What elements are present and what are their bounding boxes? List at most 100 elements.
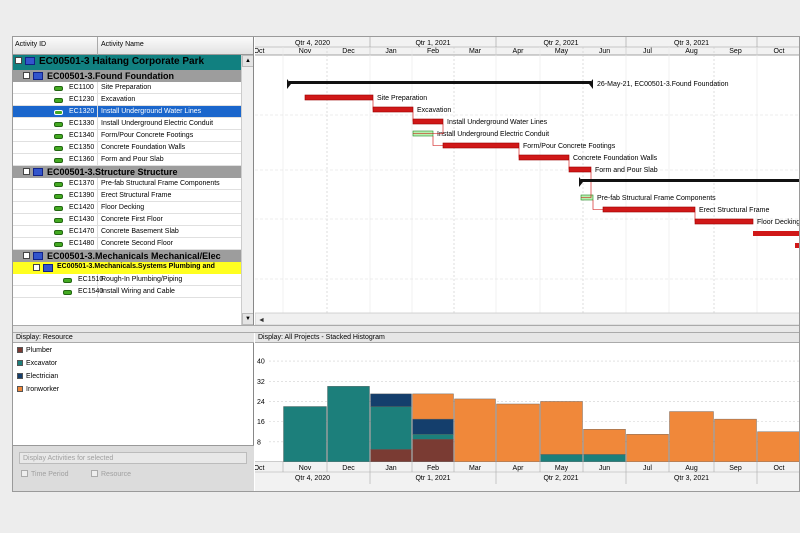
col-activity-name[interactable]: Activity Name xyxy=(101,41,144,48)
pane-splitter[interactable] xyxy=(13,325,799,333)
month-label: Jul xyxy=(643,48,652,55)
activity-bar-icon xyxy=(54,206,63,211)
legend-label: Plumber xyxy=(26,347,53,354)
activity-row[interactable]: EC1340 Form/Pour Concrete Footings xyxy=(13,130,241,142)
histogram-bar-ironworker xyxy=(669,411,714,463)
wbs-row[interactable]: EC00501-3.Mechanicals Mechanical/Elec xyxy=(13,250,241,262)
activity-bar[interactable] xyxy=(412,118,444,125)
table-vscroll[interactable]: ▲ ▼ xyxy=(241,55,253,325)
expand-collapse-icon[interactable] xyxy=(33,264,40,271)
display-activities-button[interactable]: Display Activities for selected xyxy=(19,452,247,464)
scroll-down-button[interactable]: ▼ xyxy=(242,313,253,325)
activity-row[interactable]: EC1420 Floor Decking xyxy=(13,202,241,214)
activity-name: Rough-In Plumbing/Piping xyxy=(101,276,183,283)
project-row[interactable]: EC00501-3 Haitang Corporate Park xyxy=(13,55,241,70)
legend-label: Excavator xyxy=(26,360,58,367)
legend-item[interactable]: Plumber xyxy=(17,347,52,354)
legend-swatch xyxy=(17,360,23,366)
activity-bar-label: Pre-fab Structural Frame Components xyxy=(597,195,716,202)
activity-bar[interactable] xyxy=(442,142,520,149)
histogram-panel: Display: All Projects - Stacked Histogra… xyxy=(255,333,799,491)
activity-row[interactable]: EC1540 Install Wiring and Cable xyxy=(13,286,241,298)
wbs-folder-icon xyxy=(33,168,43,176)
y-tick-label: 32 xyxy=(257,379,265,386)
activity-bar-icon xyxy=(54,230,63,235)
activity-bar-label: Erect Structural Frame xyxy=(699,207,770,214)
activity-bar-icon xyxy=(54,110,63,115)
wbs-subrow[interactable]: EC00501-3.Mechanicals.Systems Plumbing a… xyxy=(13,262,241,274)
col-activity-id[interactable]: Activity ID xyxy=(15,41,46,48)
histogram-bar-excavator xyxy=(540,454,583,463)
activity-bar-label: Form/Pour Concrete Footings xyxy=(523,143,616,150)
wbs-label: EC00501-3 Haitang Corporate Park xyxy=(39,56,205,67)
activity-bar-icon xyxy=(54,242,63,247)
activity-bar[interactable] xyxy=(694,218,754,225)
activity-row[interactable]: EC1470 Concrete Basement Slab xyxy=(13,226,241,238)
month-label: May xyxy=(555,48,569,55)
activity-row[interactable]: EC1370 Pre-fab Structural Frame Component… xyxy=(13,178,241,190)
activity-row[interactable]: EC1230 Excavation xyxy=(13,94,241,106)
activity-bar-icon xyxy=(54,182,63,187)
quarter-label: Qtr 3, 2021 xyxy=(674,475,709,482)
wbs-row[interactable]: EC00501-3.Found Foundation xyxy=(13,70,241,82)
activity-bar-label: Install Underground Water Lines xyxy=(447,119,548,126)
legend-item[interactable]: Electrician xyxy=(17,373,58,380)
activity-bar[interactable] xyxy=(304,94,374,101)
quarter-label: Qtr 4, 2020 xyxy=(295,40,330,47)
activity-row[interactable]: EC1430 Concrete First Floor xyxy=(13,214,241,226)
histogram-title[interactable]: Display: All Projects - Stacked Histogra… xyxy=(255,333,799,343)
legend-item[interactable]: Ironworker xyxy=(17,386,59,393)
gantt-chart[interactable]: Qtr 4, 2020 Qtr 1, 2021 Qtr 2, 2021 Qtr 3, … xyxy=(255,37,799,325)
quarter-label: Qtr 1, 2021 xyxy=(415,475,450,482)
month-label: Mar xyxy=(469,48,482,55)
resource-checkbox[interactable]: Resource xyxy=(91,470,131,478)
activity-bar[interactable] xyxy=(568,166,592,173)
histogram-bar-ironworker xyxy=(496,403,540,463)
activity-row[interactable]: EC1510 Rough-In Plumbing/Piping xyxy=(13,274,241,286)
time-period-checkbox[interactable]: Time Period xyxy=(21,470,68,478)
histogram-bar-plumber xyxy=(412,439,454,463)
expand-collapse-icon[interactable] xyxy=(23,252,30,259)
histogram-bar-excavator xyxy=(412,434,454,440)
resource-label: Resource xyxy=(101,471,131,478)
x-tick-label: Mar xyxy=(469,465,482,472)
expand-collapse-icon[interactable] xyxy=(23,168,30,175)
activity-row[interactable]: EC1320 Install Underground Water Lines xyxy=(13,106,241,118)
wbs-row[interactable]: EC00501-3.Structure Structure xyxy=(13,166,241,178)
quarter-label: Qtr 2, 2021 xyxy=(543,475,578,482)
resource-panel: Display: Resource Plumber Excavator Electr… xyxy=(13,333,254,491)
activity-bar-icon xyxy=(63,278,72,283)
activity-row[interactable]: EC1100 Site Preparation xyxy=(13,82,241,94)
legend-label: Electrician xyxy=(26,373,59,380)
activity-bar[interactable] xyxy=(518,154,570,161)
legend-swatch xyxy=(17,386,23,392)
activity-name: Concrete Second Floor xyxy=(101,240,173,247)
histogram-bar-excavator xyxy=(583,454,626,463)
activity-row[interactable]: EC1330 Install Underground Electric Condu… xyxy=(13,118,241,130)
activity-row[interactable]: EC1360 Form and Pour Slab xyxy=(13,154,241,166)
wbs-folder-icon xyxy=(33,252,43,260)
legend-item[interactable]: Excavator xyxy=(17,360,57,367)
summary-bar[interactable] xyxy=(289,81,591,84)
wbs-label: EC00501-3.Found Foundation xyxy=(47,71,175,81)
activity-bar[interactable] xyxy=(602,206,696,213)
activity-row[interactable]: EC1390 Erect Structural Frame xyxy=(13,190,241,202)
activity-name: Excavation xyxy=(101,96,136,103)
expand-collapse-icon[interactable] xyxy=(23,72,30,79)
activity-row[interactable]: EC1350 Concrete Foundation Walls xyxy=(13,142,241,154)
expand-collapse-icon[interactable] xyxy=(15,57,22,64)
histogram-bar-ironworker xyxy=(757,431,799,463)
month-label: Nov xyxy=(299,48,312,55)
activity-bar-label: Site Preparation xyxy=(377,95,427,102)
resource-panel-title[interactable]: Display: Resource xyxy=(13,333,254,343)
scroll-up-button[interactable]: ▲ xyxy=(242,55,253,67)
activity-row[interactable]: EC1480 Concrete Second Floor xyxy=(13,238,241,250)
histogram-svg: 8 16 24 32 40 Oct Nov Dec Jan Feb Mar Apr May Jun Jul A… xyxy=(255,359,799,491)
histogram-bar-ironworker xyxy=(583,429,626,455)
quarter-label: Qtr 1, 2021 xyxy=(415,40,450,47)
activity-bar[interactable] xyxy=(372,106,414,113)
activity-id: EC1470 xyxy=(69,228,95,235)
quarter-label: Qtr 3, 2021 xyxy=(674,40,709,47)
legend-swatch xyxy=(17,373,23,379)
activity-bar-label: Form and Pour Slab xyxy=(595,167,658,174)
